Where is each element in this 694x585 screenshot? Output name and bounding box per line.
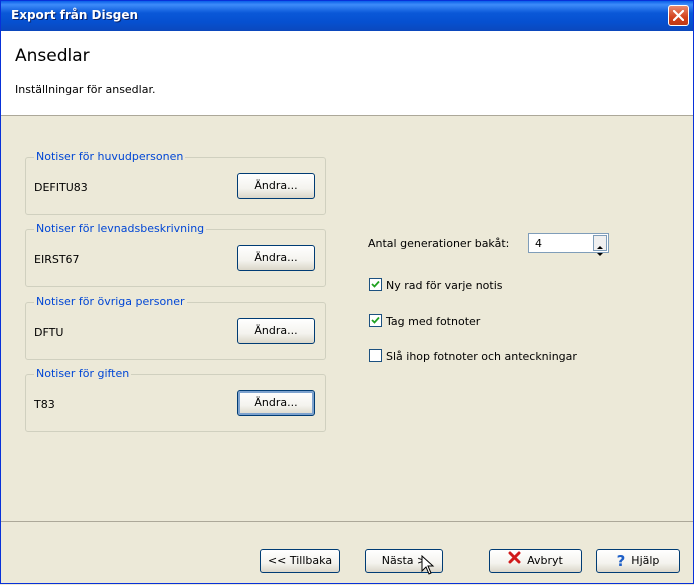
cancel-button-label: Avbryt bbox=[527, 554, 563, 567]
wizard-footer: << Tillbaka Nästa > Avbryt ? Hjälp bbox=[1, 521, 693, 585]
content-area: Notiser för huvudpersonen DEFITU83 Ändra… bbox=[1, 116, 693, 521]
back-button[interactable]: << Tillbaka bbox=[260, 549, 340, 573]
notes-value: EIRST67 bbox=[34, 253, 80, 266]
change-other-persons-notes-button[interactable]: Ändra... bbox=[237, 318, 315, 344]
page-title: Ansedlar bbox=[15, 46, 90, 66]
group-legend: Notiser för övriga personer bbox=[34, 295, 187, 308]
cancel-button[interactable]: Avbryt bbox=[489, 549, 582, 573]
notes-value: T83 bbox=[34, 398, 55, 411]
wizard-header: Ansedlar Inställningar för ansedlar. bbox=[1, 31, 693, 116]
new-line-per-note-checkbox[interactable] bbox=[369, 278, 382, 291]
red-x-icon bbox=[508, 550, 521, 572]
notes-value: DFTU bbox=[34, 326, 64, 339]
generations-value[interactable]: 4 bbox=[535, 237, 542, 250]
close-button[interactable] bbox=[668, 5, 689, 26]
change-biography-notes-button[interactable]: Ändra... bbox=[237, 245, 315, 271]
page-subtitle: Inställningar för ansedlar. bbox=[15, 83, 156, 96]
title-bar[interactable]: Export från Disgen bbox=[1, 1, 693, 31]
group-marriage-notes: Notiser för giften T83 Ändra... bbox=[25, 367, 326, 432]
generations-label: Antal generationer bakåt: bbox=[368, 237, 510, 250]
merge-footnotes-checkbox[interactable] bbox=[369, 349, 382, 362]
notes-value: DEFITU83 bbox=[34, 181, 88, 194]
help-button[interactable]: ? Hjälp bbox=[596, 549, 680, 573]
group-legend: Notiser för huvudpersonen bbox=[34, 150, 186, 163]
generations-spinner[interactable]: 4 bbox=[528, 233, 609, 256]
help-button-label: Hjälp bbox=[631, 554, 660, 567]
question-mark-icon: ? bbox=[616, 552, 626, 570]
change-main-person-notes-button[interactable]: Ändra... bbox=[237, 173, 315, 199]
spinner-buttons[interactable] bbox=[593, 235, 607, 256]
group-legend: Notiser för levnadsbeskrivning bbox=[34, 222, 207, 235]
include-footnotes-checkbox[interactable] bbox=[369, 314, 382, 327]
next-button-label: Nästa > bbox=[381, 554, 427, 567]
export-dialog: Export från Disgen Ansedlar Inställninga… bbox=[0, 0, 694, 584]
mouse-cursor-icon bbox=[421, 555, 435, 575]
group-legend: Notiser för giften bbox=[34, 367, 132, 380]
group-main-person-notes: Notiser för huvudpersonen DEFITU83 Ändra… bbox=[25, 150, 326, 215]
window-title: Export från Disgen bbox=[11, 8, 139, 22]
include-footnotes-label[interactable]: Tag med fotnoter bbox=[386, 315, 480, 328]
merge-footnotes-label[interactable]: Slå ihop fotnoter och anteckningar bbox=[386, 350, 577, 363]
checkmark-icon bbox=[371, 280, 380, 288]
close-icon bbox=[673, 10, 684, 21]
spin-up-button[interactable] bbox=[594, 236, 606, 249]
group-other-persons-notes: Notiser för övriga personer DFTU Ändra..… bbox=[25, 295, 326, 360]
triangle-down-icon bbox=[597, 253, 603, 256]
spin-down-button[interactable] bbox=[594, 243, 606, 256]
checkmark-icon bbox=[371, 316, 380, 324]
group-biography-notes: Notiser för levnadsbeskrivning EIRST67 Ä… bbox=[25, 222, 326, 287]
change-marriage-notes-button[interactable]: Ändra... bbox=[237, 390, 315, 416]
new-line-per-note-label[interactable]: Ny rad för varje notis bbox=[386, 279, 503, 292]
